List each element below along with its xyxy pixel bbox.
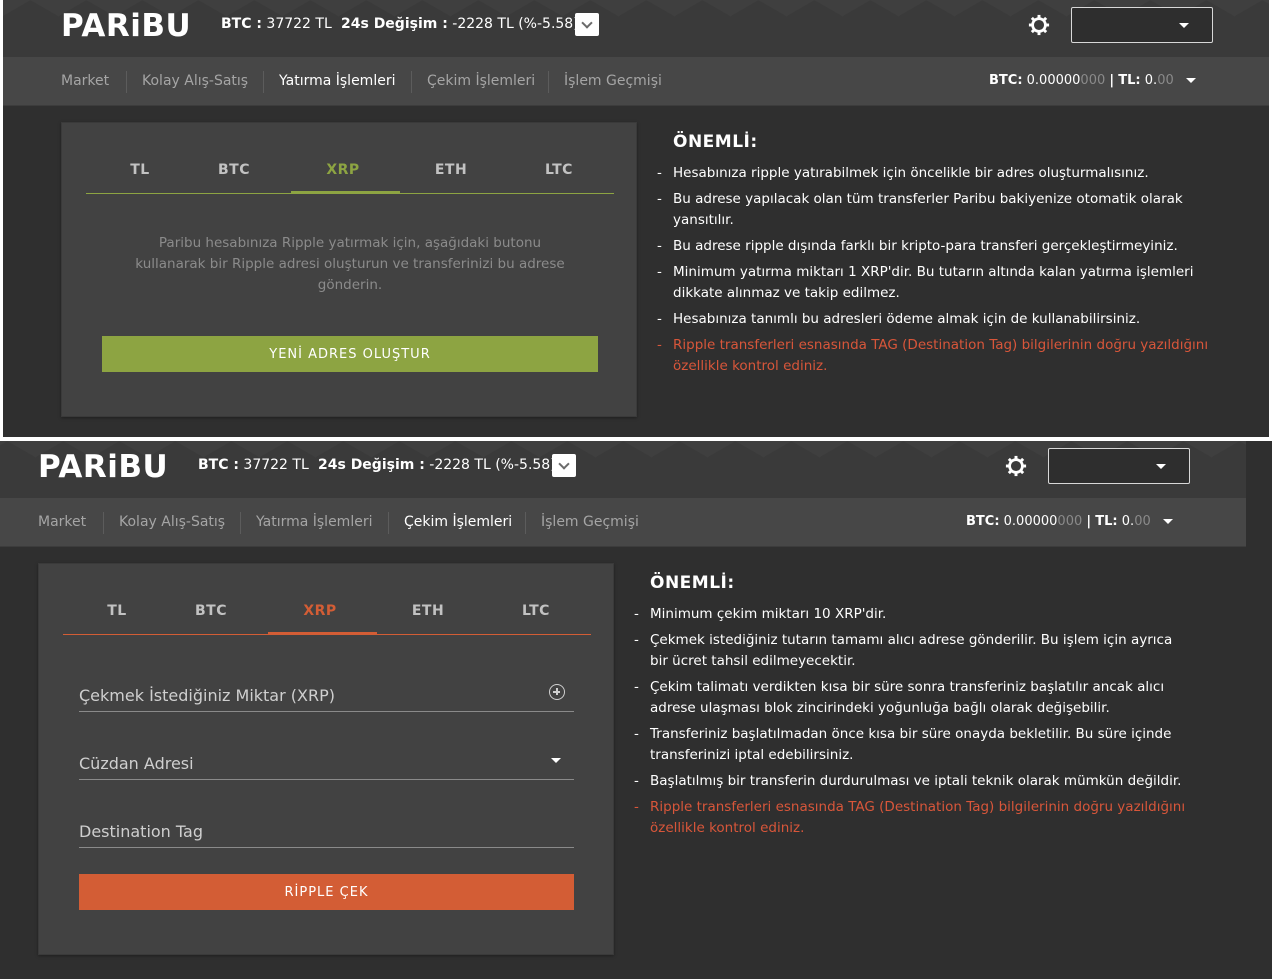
note-item: Transferiniz başlatılmadan önce kısa bir… [632,724,1192,766]
active-tab-indicator [268,632,377,635]
amount-input[interactable]: Çekmek İstediğiniz Miktar (XRP) [79,672,574,712]
nav-history[interactable]: İşlem Geçmişi [541,514,639,530]
destination-tag-warning: Ripple transferleri esnasında TAG (Desti… [655,335,1215,377]
withdraw-ripple-button[interactable]: RİPPLE ÇEK [79,874,574,910]
daily-change-ticker: 24s Değişim : -2228 TL (%-5.58) [318,457,556,473]
note-item: Minimum yatırma miktarı 1 XRP'dir. Bu tu… [655,262,1215,304]
nav-withdrawals[interactable]: Çekim İşlemleri [404,514,512,530]
tab-eth[interactable]: ETH [397,162,505,178]
withdraw-important-notes: ÖNEMLİ: Minimum çekim miktarı 10 XRP'dir… [632,573,1192,844]
destination-tag-input[interactable]: Destination Tag [79,808,574,848]
nav-divider [388,512,389,534]
nav-divider [263,71,264,93]
nav-divider [548,71,549,93]
account-select[interactable] [1071,7,1213,43]
caret-down-icon [1156,464,1166,469]
note-item: Hesabınıza tanımlı bu adresleri ödeme al… [655,309,1215,330]
balance-summary[interactable]: BTC: 0.00000000 | TL: 0.00 [966,514,1173,529]
nav-history[interactable]: İşlem Geçmişi [564,73,662,89]
ticker-expand-button[interactable] [575,13,599,36]
nav-deposits[interactable]: Yatırma İşlemleri [279,73,395,89]
nav-withdrawals[interactable]: Çekim İşlemleri [427,73,535,89]
note-item: Başlatılmış bir transferin durdurulması … [632,771,1192,792]
caret-down-icon [1162,519,1173,524]
tab-eth[interactable]: ETH [374,603,482,619]
amount-label: Çekmek İstediğiniz Miktar (XRP) [79,686,335,705]
tab-tl[interactable]: TL [63,603,171,619]
destination-tag-warning: Ripple transferleri esnasında TAG (Desti… [632,797,1192,839]
top-header: PARiBU BTC : 37722 TL 24s Değişim : -222… [0,441,1246,498]
nav-divider [411,71,412,93]
account-select[interactable] [1048,448,1190,484]
note-item: Çekmek istediğiniz tutarın tamamı alıcı … [632,630,1192,672]
caret-down-icon [551,758,561,763]
tab-ltc[interactable]: LTC [482,603,590,619]
deposit-info-text: Paribu hesabınıza Ripple yatırmak için, … [135,235,565,293]
currency-tabs: TL BTC XRP ETH LTC [63,588,591,635]
tab-tl[interactable]: TL [86,162,194,178]
nav-easy-trade[interactable]: Kolay Alış-Satış [142,73,248,89]
tab-xrp[interactable]: XRP [266,603,374,619]
note-item: Bu adrese yapılacak olan tüm transferler… [655,189,1215,231]
paribu-logo[interactable]: PARiBU [61,8,191,44]
currency-tabs: TL BTC XRP ETH LTC [86,147,614,194]
gear-icon[interactable] [1028,14,1050,36]
nav-market[interactable]: Market [38,514,86,530]
destination-tag-label: Destination Tag [79,822,203,841]
deposit-screen: PARiBU BTC : 37722 TL 24s Değişim : -222… [3,0,1269,437]
create-address-button[interactable]: YENİ ADRES OLUŞTUR [102,336,598,372]
chevron-down-icon [581,16,593,29]
nav-divider [525,512,526,534]
btc-price-ticker: BTC : 37722 TL [198,457,309,473]
sub-navigation: Market Kolay Alış-Satış Yatırma İşlemler… [3,57,1269,106]
daily-change-ticker: 24s Değişim : -2228 TL (%-5.58) [341,16,579,32]
btc-price-ticker: BTC : 37722 TL [221,16,332,32]
deposit-card: TL BTC XRP ETH LTC Paribu hesabınıza Rip… [61,122,637,417]
active-tab-indicator [291,191,400,194]
notes-title: ÖNEMLİ: [650,573,735,593]
nav-divider [240,512,241,534]
chevron-down-icon [558,457,570,470]
note-item: Bu adrese ripple dışında farklı bir krip… [655,236,1215,257]
wallet-address-label: Cüzdan Adresi [79,754,194,773]
tab-xrp[interactable]: XRP [289,162,397,178]
balance-summary[interactable]: BTC: 0.00000000 | TL: 0.00 [989,73,1196,88]
deposit-important-notes: ÖNEMLİ: Hesabınıza ripple yatırabilmek i… [655,132,1215,382]
wallet-address-select[interactable]: Cüzdan Adresi [79,740,574,780]
caret-down-icon [1185,78,1196,83]
ticker-expand-button[interactable] [552,454,576,477]
sub-navigation: Market Kolay Alış-Satış Yatırma İşlemler… [0,498,1246,547]
nav-market[interactable]: Market [61,73,109,89]
nav-divider [103,512,104,534]
withdraw-screen: PARiBU BTC : 37722 TL 24s Değişim : -222… [0,441,1272,979]
note-item: Çekim talimatı verdikten kısa bir süre s… [632,677,1192,719]
caret-down-icon [1179,23,1189,28]
note-item: Minimum çekim miktarı 10 XRP'dir. [632,604,1192,625]
note-item: Hesabınıza ripple yatırabilmek için önce… [655,163,1215,184]
nav-divider [126,71,127,93]
notes-title: ÖNEMLİ: [673,132,758,152]
plus-circle-icon[interactable] [549,684,565,700]
nav-deposits[interactable]: Yatırma İşlemleri [256,514,372,530]
nav-easy-trade[interactable]: Kolay Alış-Satış [119,514,225,530]
tab-ltc[interactable]: LTC [505,162,613,178]
top-header: PARiBU BTC : 37722 TL 24s Değişim : -222… [3,0,1269,57]
withdraw-card: TL BTC XRP ETH LTC Çekmek İstediğiniz Mi… [38,563,614,955]
tab-btc[interactable]: BTC [180,162,288,178]
gear-icon[interactable] [1005,455,1027,477]
paribu-logo[interactable]: PARiBU [38,449,168,485]
tab-btc[interactable]: BTC [157,603,265,619]
